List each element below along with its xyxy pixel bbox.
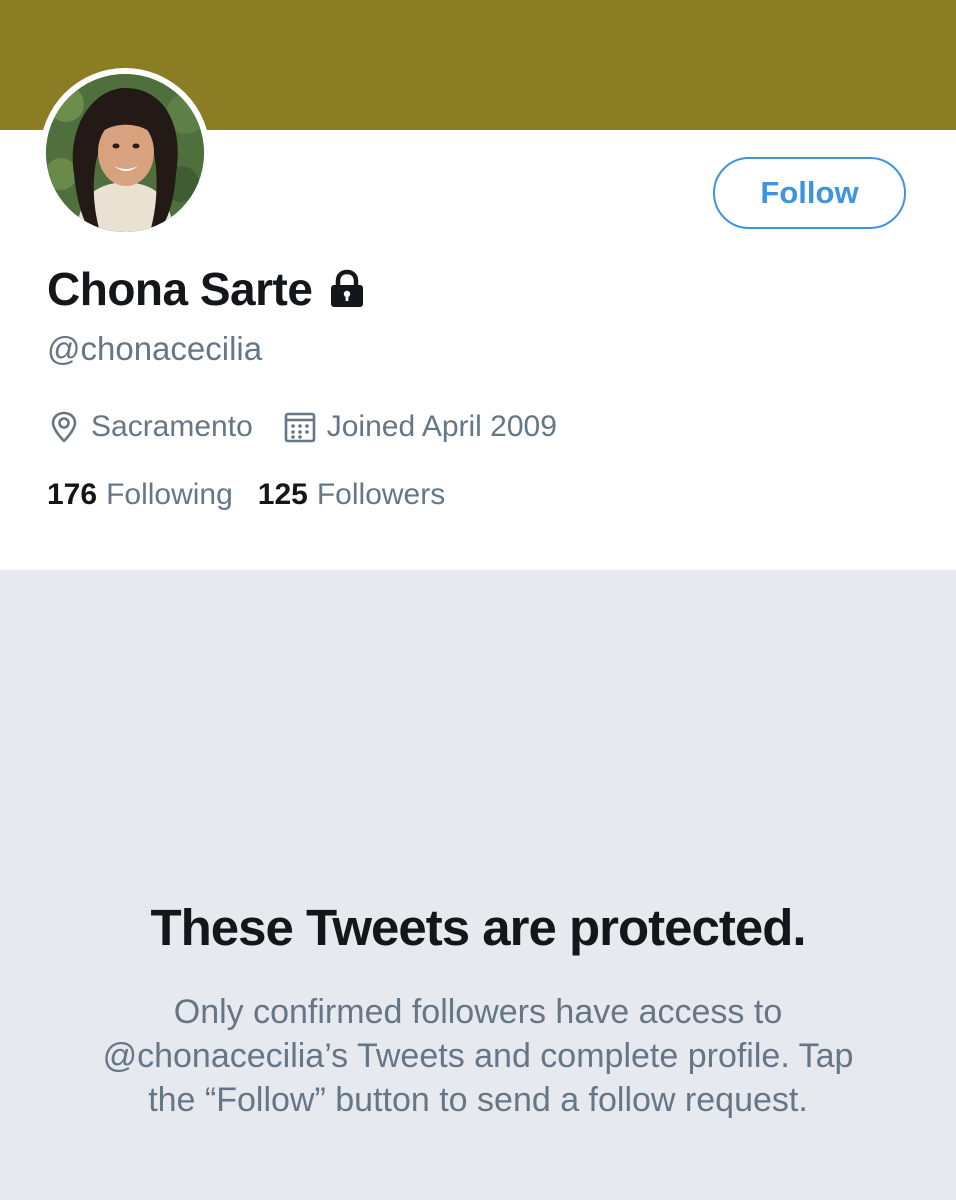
calendar-icon (283, 410, 317, 444)
following-label: Following (106, 478, 233, 511)
following-count: 176 (47, 478, 98, 511)
following-link[interactable]: 176 Following (47, 478, 233, 512)
profile-page: Follow Chona Sarte @chonacecilia Sacrame… (0, 0, 956, 1200)
display-name: Chona Sarte (47, 263, 313, 315)
avatar-photo (46, 74, 204, 232)
followers-count: 125 (257, 478, 308, 511)
protected-title: These Tweets are protected. (150, 899, 806, 956)
location-pin-icon (47, 410, 81, 444)
profile-handle: @chonacecilia (47, 330, 263, 367)
follow-stats: 176 Following 125 Followers (47, 478, 445, 512)
joined-text: Joined April 2009 (326, 410, 557, 443)
name-row: Chona Sarte (47, 262, 366, 316)
location-item: Sacramento (47, 410, 253, 444)
followers-label: Followers (316, 478, 446, 511)
lock-icon (328, 269, 366, 309)
follow-button[interactable]: Follow (713, 157, 906, 229)
avatar[interactable] (40, 68, 210, 238)
profile-meta: Sacramento Joined April 2009 (47, 410, 557, 444)
protected-description: Only confirmed followers have access to … (102, 993, 854, 1119)
location-text: Sacramento (91, 410, 253, 443)
followers-link[interactable]: 125 Followers (258, 478, 445, 512)
joined-item: Joined April 2009 (283, 410, 557, 444)
